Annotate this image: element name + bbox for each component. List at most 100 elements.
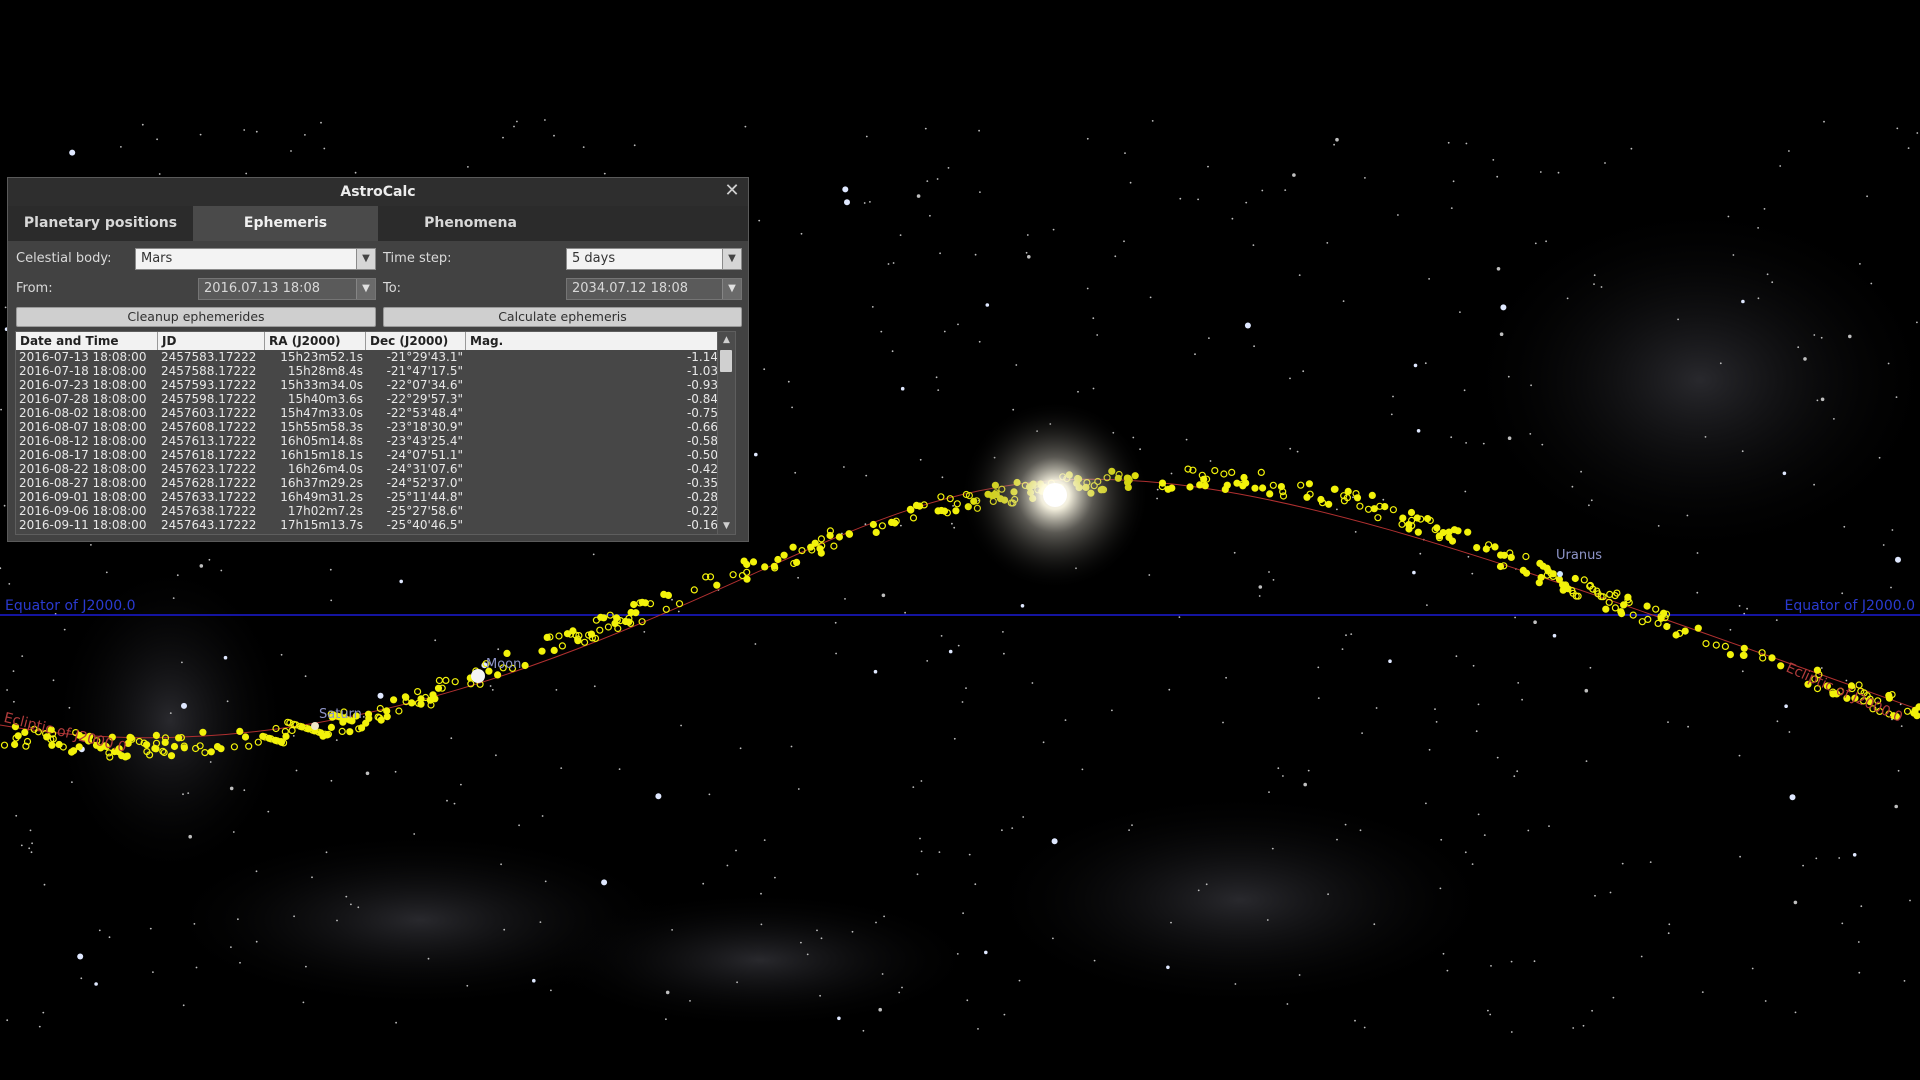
chevron-down-icon[interactable]: ▼ bbox=[722, 249, 741, 269]
star bbox=[1252, 244, 1255, 247]
star bbox=[1390, 413, 1393, 416]
star bbox=[71, 781, 73, 783]
table-row[interactable]: 2016-07-28 18:08:00 2457598.17222 15h40m3.… bbox=[16, 392, 721, 406]
chevron-down-icon[interactable]: ▼ bbox=[356, 249, 375, 269]
tab-phenomena[interactable]: Phenomena bbox=[378, 206, 563, 241]
column-header-ra[interactable]: RA (J2000) bbox=[265, 332, 366, 350]
ephemeris-marker bbox=[1168, 484, 1176, 492]
tab-ephemeris[interactable]: Ephemeris bbox=[193, 206, 378, 241]
tab-planetary-positions[interactable]: Planetary positions bbox=[8, 206, 193, 241]
ephemeris-marker bbox=[1239, 482, 1247, 490]
star bbox=[938, 851, 941, 853]
star bbox=[900, 524, 902, 527]
star bbox=[232, 831, 235, 833]
star bbox=[1797, 346, 1800, 349]
star bbox=[1128, 829, 1130, 831]
column-header-mag[interactable]: Mag. bbox=[466, 332, 721, 350]
uranus-object[interactable] bbox=[1557, 571, 1563, 577]
star bbox=[708, 793, 711, 796]
star bbox=[323, 147, 326, 150]
scroll-up-icon[interactable]: ▲ bbox=[718, 332, 735, 348]
celestial-body-select[interactable]: Mars ▼ bbox=[135, 248, 376, 270]
mag-cell: -1.03 bbox=[686, 364, 718, 378]
dialog-titlebar[interactable]: AstroCalc ✕ bbox=[8, 178, 748, 206]
table-row[interactable]: 2016-08-02 18:08:00 2457603.17222 15h47m33… bbox=[16, 406, 721, 420]
table-scrollbar[interactable]: ▲ ▼ bbox=[717, 332, 735, 534]
star bbox=[926, 180, 929, 183]
moon-label[interactable]: Moon bbox=[486, 657, 521, 672]
ephemeris-marker bbox=[1368, 491, 1376, 499]
to-datetime-input[interactable]: 2034.07.12 18:08 ▼ bbox=[566, 278, 742, 300]
star bbox=[30, 851, 33, 854]
saturn-object[interactable] bbox=[311, 722, 319, 730]
star bbox=[1784, 704, 1788, 708]
calculate-ephemeris-button[interactable]: Calculate ephemeris bbox=[383, 307, 742, 327]
column-header-dec[interactable]: Dec (J2000) bbox=[366, 332, 466, 350]
star bbox=[744, 125, 747, 128]
star bbox=[1482, 442, 1485, 445]
table-row[interactable]: 2016-07-18 18:08:00 2457588.17222 15h28m8.… bbox=[16, 364, 721, 378]
table-row[interactable]: 2016-08-12 18:08:00 2457613.17222 16h05m14… bbox=[16, 434, 721, 448]
ephemeris-marker bbox=[1223, 481, 1231, 489]
from-datetime-input[interactable]: 2016.07.13 18:08 ▼ bbox=[198, 278, 376, 300]
table-row[interactable]: 2016-08-22 18:08:00 2457623.17222 16h26m4.… bbox=[16, 462, 721, 476]
ephemeris-table[interactable]: Date and Time JD RA (J2000) Dec (J2000) … bbox=[15, 331, 736, 535]
scroll-down-icon[interactable]: ▼ bbox=[718, 518, 735, 534]
table-row[interactable]: 2016-07-13 18:08:00 2457583.17222 15h23m52… bbox=[16, 350, 721, 364]
star bbox=[702, 882, 705, 885]
time-step-label: Time step: bbox=[383, 251, 452, 266]
table-row[interactable]: 2016-09-06 18:08:00 2457638.17222 17h02m7.… bbox=[16, 504, 721, 518]
star bbox=[1464, 490, 1467, 493]
star bbox=[1233, 551, 1236, 554]
table-row[interactable]: 2016-08-07 18:08:00 2457608.17222 15h55m58… bbox=[16, 420, 721, 434]
star bbox=[245, 172, 248, 175]
uranus-label[interactable]: Uranus bbox=[1556, 548, 1602, 563]
star bbox=[1435, 721, 1438, 723]
table-row[interactable]: 2016-07-23 18:08:00 2457593.17222 15h33m34… bbox=[16, 378, 721, 392]
sun[interactable] bbox=[1043, 483, 1067, 507]
table-row[interactable]: 2016-08-27 18:08:00 2457628.17222 16h37m29… bbox=[16, 476, 721, 490]
table-row[interactable]: 2016-09-01 18:08:00 2457633.17222 16h49m31… bbox=[16, 490, 721, 504]
column-header-date[interactable]: Date and Time bbox=[16, 332, 158, 350]
astrocalc-dialog[interactable]: AstroCalc ✕ Planetary positions Ephemeri… bbox=[7, 177, 749, 542]
star bbox=[1027, 254, 1031, 259]
table-row[interactable]: 2016-09-11 18:08:00 2457643.17222 17h15m13… bbox=[16, 518, 721, 532]
chevron-down-icon[interactable]: ▼ bbox=[722, 279, 741, 299]
star bbox=[892, 262, 895, 264]
ephemeris-marker bbox=[1496, 562, 1505, 571]
ra-cell: 17h02m7.2s bbox=[287, 504, 363, 518]
table-row[interactable]: 2016-08-17 18:08:00 2457618.17222 16h15m18… bbox=[16, 448, 721, 462]
cleanup-ephemerides-button[interactable]: Cleanup ephemerides bbox=[16, 307, 376, 327]
star bbox=[1298, 274, 1301, 276]
mag-cell: -0.35 bbox=[686, 476, 718, 490]
moon-object[interactable] bbox=[471, 669, 485, 683]
star bbox=[1788, 150, 1790, 152]
star bbox=[880, 330, 883, 333]
mag-cell: -0.16 bbox=[686, 518, 718, 532]
star bbox=[1903, 980, 1906, 982]
star bbox=[816, 929, 818, 932]
star bbox=[1341, 648, 1344, 650]
close-icon[interactable]: ✕ bbox=[722, 181, 742, 201]
time-step-select[interactable]: 5 days ▼ bbox=[566, 248, 742, 270]
saturn-label[interactable]: Saturn bbox=[319, 707, 362, 722]
ephemeris-marker bbox=[612, 614, 621, 622]
star bbox=[550, 989, 552, 992]
chevron-down-icon[interactable]: ▼ bbox=[356, 279, 375, 299]
star bbox=[1011, 827, 1014, 829]
date-cell: 2016-07-13 18:08:00 bbox=[19, 350, 147, 364]
star bbox=[29, 829, 32, 832]
scrollbar-thumb[interactable] bbox=[720, 350, 732, 372]
time-step-value: 5 days bbox=[572, 251, 616, 266]
star bbox=[1510, 1031, 1513, 1033]
ephemeris-marker bbox=[327, 723, 335, 732]
star bbox=[1841, 592, 1844, 595]
star bbox=[330, 779, 333, 782]
column-header-jd[interactable]: JD bbox=[158, 332, 265, 350]
star bbox=[957, 323, 959, 326]
star bbox=[1507, 375, 1510, 378]
star bbox=[979, 191, 981, 194]
star bbox=[532, 978, 536, 983]
star bbox=[1440, 838, 1443, 841]
jd-cell: 2457588.17222 bbox=[161, 364, 257, 378]
